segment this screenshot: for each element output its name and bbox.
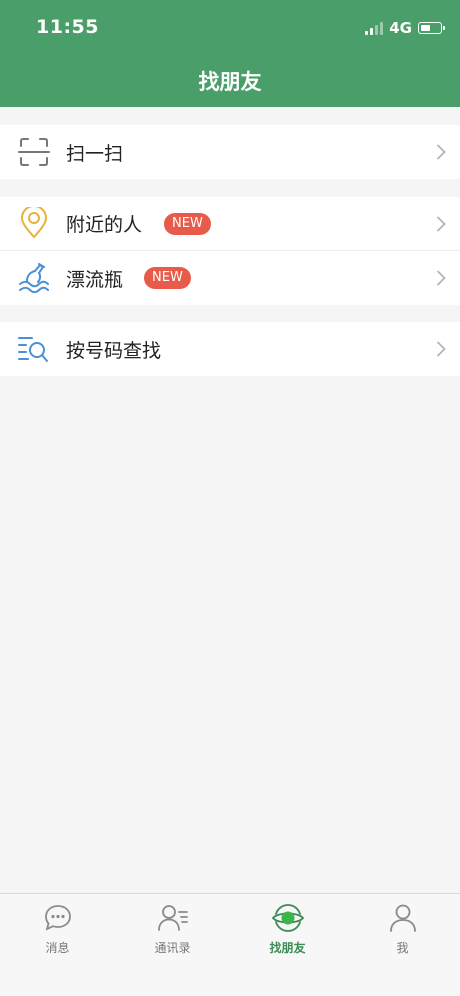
new-badge: NEW (144, 267, 191, 289)
battery-icon (418, 22, 445, 34)
header: 11:55 4G 找朋友 (0, 0, 460, 107)
find-friends-icon (272, 904, 304, 932)
tab-label: 找朋友 (269, 941, 306, 955)
tab-label: 我 (396, 941, 409, 955)
page-title: 找朋友 (198, 70, 262, 94)
menu-item-bottle[interactable]: 漂流瓶 NEW (0, 251, 460, 305)
tab-contacts[interactable]: 通讯录 (115, 894, 230, 974)
tab-label: 通讯录 (154, 941, 191, 955)
drift-bottle-icon (19, 263, 49, 293)
menu-item-nearby[interactable]: 附近的人 NEW (0, 197, 460, 251)
scan-icon (18, 138, 50, 166)
search-group: 按号码查找 (0, 322, 460, 376)
network-type: 4G (389, 19, 412, 37)
menu-item-label: 漂流瓶 (66, 268, 124, 291)
menu-item-label: 附近的人 (66, 214, 143, 236)
signal-icon (365, 21, 384, 35)
menu-item-label: 按号码查找 (66, 339, 162, 362)
bottom-tab-bar: 消息 通讯录 找朋友 我 (0, 893, 460, 996)
social-group: 附近的人 NEW 漂流瓶 NEW (0, 197, 460, 305)
location-pin-icon (20, 207, 48, 239)
tab-me[interactable]: 我 (345, 894, 460, 974)
chevron-right-icon (436, 270, 446, 286)
chevron-right-icon (436, 341, 446, 357)
menu-item-scan[interactable]: 扫一扫 (0, 125, 460, 179)
chevron-right-icon (436, 216, 446, 232)
tab-label: 消息 (45, 941, 70, 955)
battery-fill (421, 24, 431, 31)
chat-bubble-icon (45, 905, 71, 931)
contacts-icon (158, 905, 188, 931)
tab-find-friends[interactable]: 找朋友 (230, 894, 345, 974)
scan-group: 扫一扫 (0, 125, 460, 179)
search-list-icon (18, 337, 48, 362)
status-time: 11:55 (36, 16, 99, 38)
person-icon (390, 904, 416, 932)
menu-item-label: 扫一扫 (66, 142, 124, 165)
tab-messages[interactable]: 消息 (0, 894, 115, 974)
new-badge: NEW (164, 212, 211, 235)
menu-item-search-number[interactable]: 按号码查找 (0, 322, 460, 376)
chevron-right-icon (436, 144, 446, 160)
status-indicators: 4G (365, 19, 445, 37)
